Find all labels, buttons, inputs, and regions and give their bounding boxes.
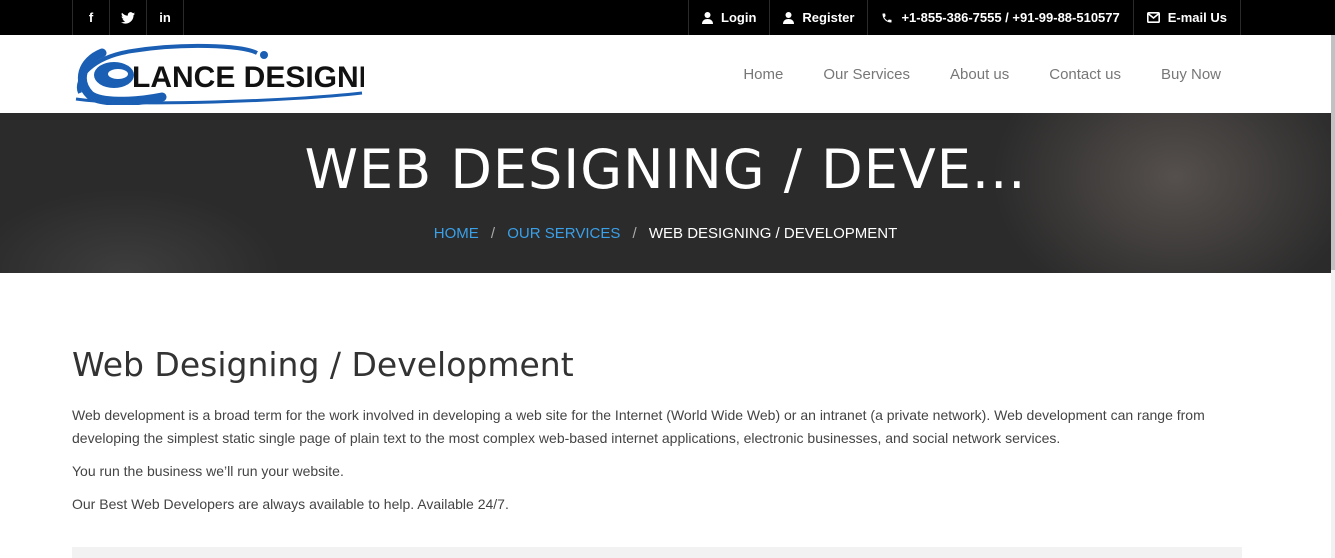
email-label: E-mail Us [1167,10,1227,25]
nav-home[interactable]: Home [743,66,783,83]
top-bar: f in Login Register +1-855-386-7555 / +9… [0,0,1335,35]
page-heading: Web Designing / Development [72,345,574,384]
nav-buy-now[interactable]: Buy Now [1161,66,1221,83]
phone-label: +1-855-386-7555 / +91-99-88-510577 [901,10,1120,25]
login-link[interactable]: Login [689,0,771,35]
login-label: Login [721,10,757,25]
nav-our-services[interactable]: Our Services [823,66,910,83]
breadcrumb-home[interactable]: HOME [434,225,479,242]
linkedin-icon[interactable]: in [147,0,184,35]
breadcrumb-our-services[interactable]: OUR SERVICES [507,225,620,242]
breadcrumb-separator: / [632,225,637,242]
page-hero: WEB DESIGNING / DEVE... HOME / OUR SERVI… [0,113,1331,273]
breadcrumb-current: WEB DESIGNING / DEVELOPMENT [648,225,898,242]
social-links: f in [72,0,184,35]
phone-icon [882,13,892,22]
top-actions: Login Register +1-855-386-7555 / +91-99-… [688,0,1241,35]
intro-paragraph: Web development is a broad term for the … [72,407,1205,446]
facebook-icon[interactable]: f [73,0,110,35]
nav-about-us[interactable]: About us [950,66,1009,83]
hero-title: WEB DESIGNING / DEVE... [304,138,1027,201]
availability-paragraph: Our Best Web Developers are always avail… [72,496,509,512]
scrollbar-thumb[interactable] [1331,35,1335,270]
phone-link[interactable]: +1-855-386-7555 / +91-99-88-510577 [868,0,1134,35]
site-header: LANCE DESIGNERS Home Our Services About … [0,35,1331,113]
email-link[interactable]: E-mail Us [1134,0,1241,35]
envelope-icon [1146,12,1160,23]
register-link[interactable]: Register [770,0,869,35]
nav-contact-us[interactable]: Contact us [1049,66,1121,83]
logo-text: LANCE DESIGNERS [132,61,364,94]
site-logo[interactable]: LANCE DESIGNERS [72,41,364,105]
content-panel [72,547,1242,558]
breadcrumb: HOME / OUR SERVICES / WEB DESIGNING / DE… [0,225,1331,242]
page-scrollbar[interactable] [1331,35,1335,558]
user-icon [783,11,795,24]
user-icon [702,11,714,24]
breadcrumb-separator: / [490,225,496,242]
tagline-paragraph: You run the business we’ll run your webs… [72,463,344,479]
main-content: Web Designing / Development Web developm… [72,345,1242,526]
register-label: Register [802,10,855,25]
twitter-icon[interactable] [110,0,147,35]
main-nav: Home Our Services About us Contact us Bu… [703,35,1221,113]
